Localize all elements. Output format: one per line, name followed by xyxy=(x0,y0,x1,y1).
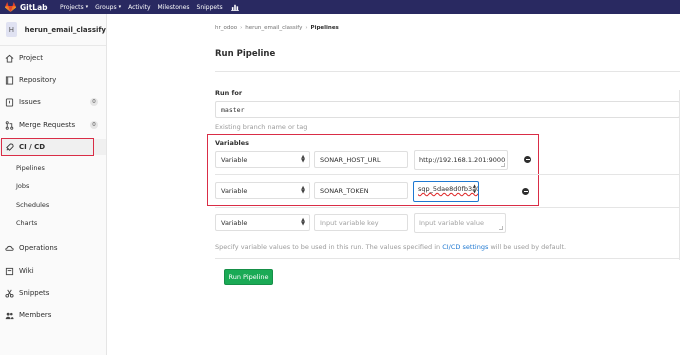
issues-icon xyxy=(5,97,14,107)
variable-row-divider xyxy=(215,207,680,208)
sidebar-item-label: Issues xyxy=(19,98,41,106)
variable-type-value: Variable xyxy=(221,186,248,195)
title-divider xyxy=(215,71,680,72)
remove-variable-button[interactable] xyxy=(524,156,531,163)
cicd-settings-link[interactable]: CI/CD settings xyxy=(442,243,488,251)
variable-type-select[interactable]: Variable ▲ ▼ xyxy=(215,151,310,168)
run-for-ref-value: master xyxy=(221,105,245,114)
nav-snippets[interactable]: Snippets xyxy=(197,4,223,11)
run-pipeline-button[interactable]: Run Pipeline xyxy=(224,269,273,285)
remove-variable-button[interactable] xyxy=(522,188,529,195)
sidebar-item-label: Repository xyxy=(19,76,57,84)
variable-key-input[interactable]: SONAR_TOKEN xyxy=(314,182,408,199)
select-arrows-icon: ▲ ▼ xyxy=(301,217,305,227)
variables-help-text: Specify variable values to be used in th… xyxy=(215,243,566,251)
sidebar-item-wiki[interactable]: Wiki xyxy=(0,263,106,279)
breadcrumb-group[interactable]: hr_odoo xyxy=(215,25,237,31)
run-for-ref-input[interactable]: master xyxy=(215,101,680,118)
sidebar-item-label: Wiki xyxy=(19,267,34,275)
cloud-gear-icon xyxy=(5,245,14,251)
form-actions-divider xyxy=(215,258,680,259)
select-arrows-icon: ▲ ▼ xyxy=(301,154,305,164)
merge-request-icon xyxy=(5,120,14,130)
top-navbar: GitLab Projects ▾ Groups ▾ Activity Milest… xyxy=(0,0,680,14)
variable-key-value: SONAR_HOST_URL xyxy=(320,155,381,164)
variable-row-divider xyxy=(215,174,680,175)
sidebar-item-operations[interactable]: Operations xyxy=(0,240,106,256)
scissors-icon xyxy=(5,289,14,298)
chart-icon[interactable] xyxy=(230,4,239,11)
sidebar-item-project[interactable]: Project xyxy=(0,50,106,66)
variable-value-text: http://192.168.1.201:9000 xyxy=(419,156,506,164)
variable-value-textarea[interactable]: sqp_5dae8d0fb3a03a6 ▲▼ xyxy=(413,181,479,202)
sidebar-item-repository[interactable]: Repository xyxy=(0,72,106,88)
variable-value-text: sqp_5dae8d0fb3a03a6 xyxy=(418,185,478,193)
variable-type-value: Variable xyxy=(221,218,248,227)
sidebar-item-label: Project xyxy=(19,54,43,62)
breadcrumb-project[interactable]: herun_email_classify xyxy=(245,25,302,31)
sidebar-project-header[interactable]: H herun_email_classify xyxy=(0,14,106,46)
variable-value-textarea[interactable]: http://192.168.1.201:9000 xyxy=(414,150,508,170)
nav-groups[interactable]: Groups ▾ xyxy=(95,4,121,11)
sidebar-subitem-charts[interactable]: Charts xyxy=(16,219,37,227)
sidebar-item-label: Merge Requests xyxy=(19,121,76,129)
merge-requests-count-badge: 0 xyxy=(90,121,98,129)
variable-type-value: Variable xyxy=(221,155,248,164)
new-variable-key-input[interactable]: Input variable key xyxy=(314,214,408,231)
help-text-suffix: will be used by default. xyxy=(488,243,567,251)
nav-activity[interactable]: Activity xyxy=(128,4,150,11)
sidebar-subitem-pipelines[interactable]: Pipelines xyxy=(16,164,45,172)
variable-key-placeholder: Input variable key xyxy=(320,218,379,227)
variable-key-input[interactable]: SONAR_HOST_URL xyxy=(314,151,408,168)
variable-value-placeholder: Input variable value xyxy=(419,219,484,227)
nav-projects[interactable]: Projects ▾ xyxy=(60,4,88,11)
help-text-prefix: Specify variable values to be used in th… xyxy=(215,243,443,251)
sidebar-item-snippets[interactable]: Snippets xyxy=(0,285,106,301)
chevron-right-icon: › xyxy=(240,25,243,31)
resize-handle-icon[interactable] xyxy=(499,226,503,230)
nav-groups-label: Groups xyxy=(95,3,117,11)
issues-count-badge: 0 xyxy=(90,98,98,106)
sidebar-item-issues[interactable]: Issues 0 xyxy=(0,94,106,110)
gitlab-logo-icon xyxy=(5,2,16,12)
brand-name: GitLab xyxy=(20,2,48,12)
chevron-down-icon: ▾ xyxy=(118,4,122,10)
page-title: Run Pipeline xyxy=(215,49,276,59)
resize-handle-icon[interactable] xyxy=(501,163,505,167)
run-for-label: Run for xyxy=(215,89,243,97)
users-icon xyxy=(5,312,14,319)
variable-key-value: SONAR_TOKEN xyxy=(320,186,369,195)
select-arrows-icon: ▲ ▼ xyxy=(301,185,305,195)
sidebar-subitem-schedules[interactable]: Schedules xyxy=(16,201,49,209)
book-icon xyxy=(5,75,14,85)
variable-type-select[interactable]: Variable ▲ ▼ xyxy=(215,182,310,199)
new-variable-type-select[interactable]: Variable ▲ ▼ xyxy=(215,214,310,231)
breadcrumb: hr_odoo › herun_email_classify › Pipelin… xyxy=(215,25,339,31)
avatar: H xyxy=(6,22,17,37)
sidebar-item-label: Members xyxy=(19,311,52,319)
nav-projects-label: Projects xyxy=(60,3,84,11)
new-variable-value-textarea[interactable]: Input variable value xyxy=(414,213,506,233)
sidebar-item-label: Operations xyxy=(19,244,58,252)
sidebar-project-name: herun_email_classify xyxy=(24,25,106,34)
gitlab-home-link[interactable]: GitLab xyxy=(5,2,60,12)
book-icon xyxy=(5,267,14,275)
chevron-right-icon: › xyxy=(305,25,308,31)
cicd-highlight-box xyxy=(1,138,94,156)
scroll-arrows-icon[interactable]: ▲ ▼ xyxy=(472,183,477,196)
sidebar-item-merge-requests[interactable]: Merge Requests 0 xyxy=(0,117,106,133)
chevron-down-icon: ▾ xyxy=(85,4,89,10)
breadcrumb-current[interactable]: Pipelines xyxy=(311,25,339,31)
sidebar-item-members[interactable]: Members xyxy=(0,307,106,323)
sidebar-subitem-jobs[interactable]: Jobs xyxy=(16,182,29,190)
sidebar-item-label: Snippets xyxy=(19,289,50,297)
nav-milestones[interactable]: Milestones xyxy=(158,4,190,11)
home-icon xyxy=(5,54,14,63)
run-for-hint: Existing branch name or tag xyxy=(215,123,308,131)
